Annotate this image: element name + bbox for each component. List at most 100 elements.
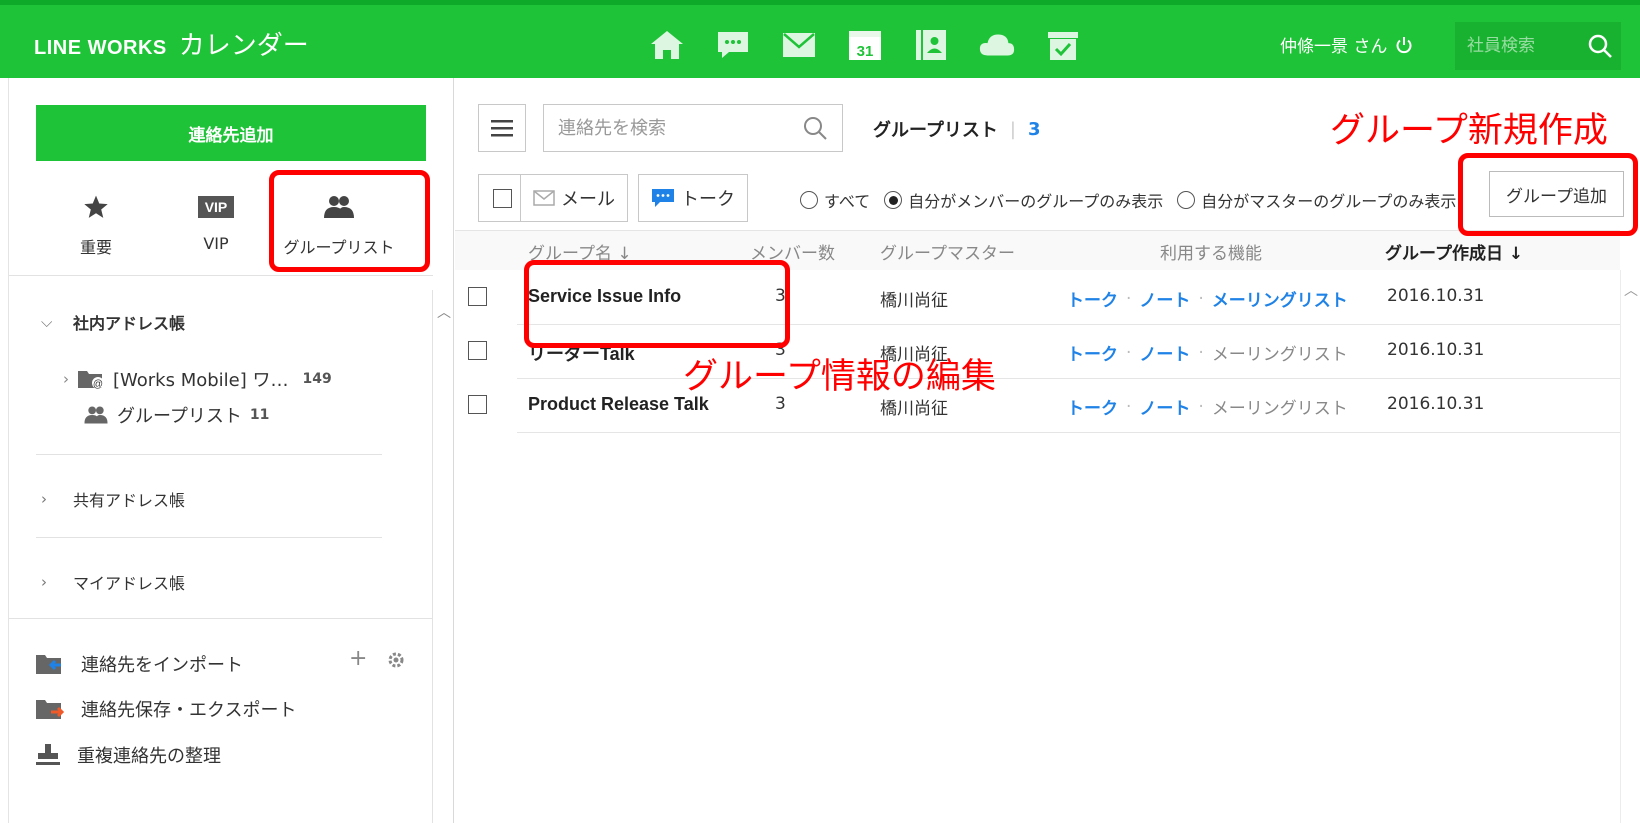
vip-icon: VIP (197, 196, 235, 218)
add-contact-button[interactable]: 連絡先追加 (36, 105, 426, 161)
plus-icon[interactable]: + (349, 646, 367, 671)
feature-links: トーク · ノート · メーリングリスト (1067, 394, 1348, 420)
export-icon (36, 700, 65, 719)
app-switcher: 31 (648, 27, 1082, 63)
group-icon (84, 406, 108, 424)
drive-icon[interactable] (978, 27, 1016, 63)
list-title-label: グループリスト (873, 120, 998, 141)
my-address-book-label: マイアドレス帳 (73, 574, 186, 593)
annotation-new-group: グループ新規作成 (1330, 111, 1608, 151)
svg-text:@: @ (93, 379, 103, 390)
mail-icon[interactable] (780, 27, 818, 63)
folder-icon: @ (78, 371, 104, 390)
calendar-icon[interactable]: 31 (846, 27, 884, 63)
stamp-icon (36, 744, 60, 765)
chevron-right-icon: › (63, 370, 69, 388)
filter-member[interactable]: 自分がメンバーのグループのみ表示 (884, 188, 1163, 212)
company-group-list-label: グループリスト (117, 406, 242, 427)
created-date: 2016.10.31 (1387, 340, 1485, 360)
divider (36, 454, 382, 455)
export-contacts-label: 連絡先保存・エクスポート (81, 700, 297, 721)
app-name: カレンダー (178, 31, 309, 61)
hamburger-icon (491, 120, 513, 137)
divider (9, 618, 433, 619)
main-scrollbar[interactable]: ︿ (1620, 270, 1640, 823)
company-org-node[interactable]: › @ [Works Mobile] ワ… 149 (63, 366, 332, 392)
feature-talk-link[interactable]: トーク (1067, 394, 1118, 419)
brand[interactable]: LINE WORKS カレンダー (34, 25, 309, 62)
divider (9, 275, 433, 276)
my-address-book-tools: + (349, 646, 405, 671)
top-bar: LINE WORKS カレンダー 31 仲條一景 さん (0, 0, 1640, 78)
company-org-label: [Works Mobile] ワ… (113, 370, 289, 391)
quick-important-label: 重要 (79, 238, 112, 257)
shared-address-book-label: 共有アドレス帳 (73, 491, 186, 510)
talk-icon (652, 189, 674, 207)
row-checkbox[interactable] (468, 395, 487, 418)
highlight-group-name (524, 260, 790, 348)
feature-note-link[interactable]: ノート (1139, 286, 1190, 311)
employee-search-input[interactable] (1467, 36, 1577, 56)
feature-talk-link[interactable]: トーク (1067, 286, 1118, 311)
contact-search-input[interactable] (558, 117, 802, 139)
feature-note-link[interactable]: ノート (1139, 394, 1190, 419)
import-contacts[interactable]: 連絡先をインポート (35, 651, 243, 677)
chevron-down-icon: ⌵ (41, 313, 53, 331)
power-icon[interactable] (1395, 36, 1413, 54)
calendar-day: 31 (857, 43, 874, 60)
scroll-up-icon[interactable]: ︿ (437, 302, 451, 322)
row-checkbox[interactable] (468, 341, 487, 364)
company-group-list-node[interactable]: グループリスト 11 (83, 402, 269, 428)
search-icon[interactable] (1587, 33, 1613, 59)
home-icon[interactable] (648, 27, 686, 63)
quick-vip[interactable]: VIP VIP (156, 190, 276, 253)
quick-important[interactable]: 重要 (36, 190, 156, 258)
gear-icon[interactable] (387, 651, 405, 669)
company-address-book[interactable]: ⌵ 社内アドレス帳 (41, 310, 185, 334)
company-address-book-label: 社内アドレス帳 (73, 314, 186, 333)
contacts-icon[interactable] (912, 27, 950, 63)
feature-note-link[interactable]: ノート (1139, 340, 1190, 365)
group-name[interactable]: Product Release Talk (528, 394, 709, 415)
divider (36, 537, 382, 538)
dedupe-contacts-label: 重複連絡先の整理 (77, 746, 221, 767)
sidebar-scrollbar[interactable]: ︿ (432, 290, 454, 823)
highlight-add-group (1458, 153, 1638, 236)
mail-button[interactable]: メール (520, 174, 628, 222)
scroll-up-icon[interactable]: ︿ (1624, 280, 1638, 300)
col-features: 利用する機能 (1160, 244, 1262, 264)
chevron-right-icon: › (41, 573, 47, 591)
menu-button[interactable] (478, 104, 526, 152)
created-date: 2016.10.31 (1387, 286, 1485, 306)
col-master[interactable]: グループマスター (880, 239, 1015, 264)
my-address-book[interactable]: › マイアドレス帳 (41, 570, 185, 594)
list-title: グループリスト | 3 (873, 116, 1041, 142)
company-group-list-count: 11 (249, 407, 270, 423)
task-icon[interactable] (1044, 27, 1082, 63)
row-checkbox[interactable] (468, 287, 487, 310)
company-org-count: 149 (302, 371, 332, 387)
talk-icon[interactable] (714, 27, 752, 63)
contact-search (543, 104, 843, 152)
filter-all[interactable]: すべて (800, 188, 870, 212)
brand-logo: LINE WORKS (34, 37, 167, 59)
select-all-checkbox[interactable] (478, 174, 526, 222)
feature-links: トーク · ノート · メーリングリスト (1067, 286, 1348, 312)
col-created[interactable]: グループ作成日 ↓ (1385, 239, 1523, 264)
export-contacts[interactable]: 連絡先保存・エクスポート (35, 696, 296, 722)
talk-button[interactable]: トーク (638, 174, 748, 222)
search-icon[interactable] (802, 115, 828, 141)
user-name: 仲條一景 さん (1280, 37, 1388, 57)
feature-links: トーク · ノート · メーリングリスト (1067, 340, 1348, 366)
shared-address-book[interactable]: › 共有アドレス帳 (41, 487, 185, 511)
table-row[interactable]: Product Release Talk 3 橋川尚征 トーク · ノート · メー… (455, 378, 1620, 433)
user-menu[interactable]: 仲條一景 さん (1280, 32, 1413, 57)
feature-talk-link[interactable]: トーク (1067, 340, 1118, 365)
dedupe-contacts[interactable]: 重複連絡先の整理 (35, 742, 221, 768)
feature-mailing-link[interactable]: メーリングリスト (1212, 286, 1348, 311)
quick-vip-label: VIP (203, 234, 229, 253)
list-count: 3 (1028, 118, 1041, 140)
filter-master[interactable]: 自分がマスターのグループのみ表示 (1177, 188, 1456, 212)
mail-icon (533, 190, 555, 206)
employee-search (1455, 22, 1621, 70)
